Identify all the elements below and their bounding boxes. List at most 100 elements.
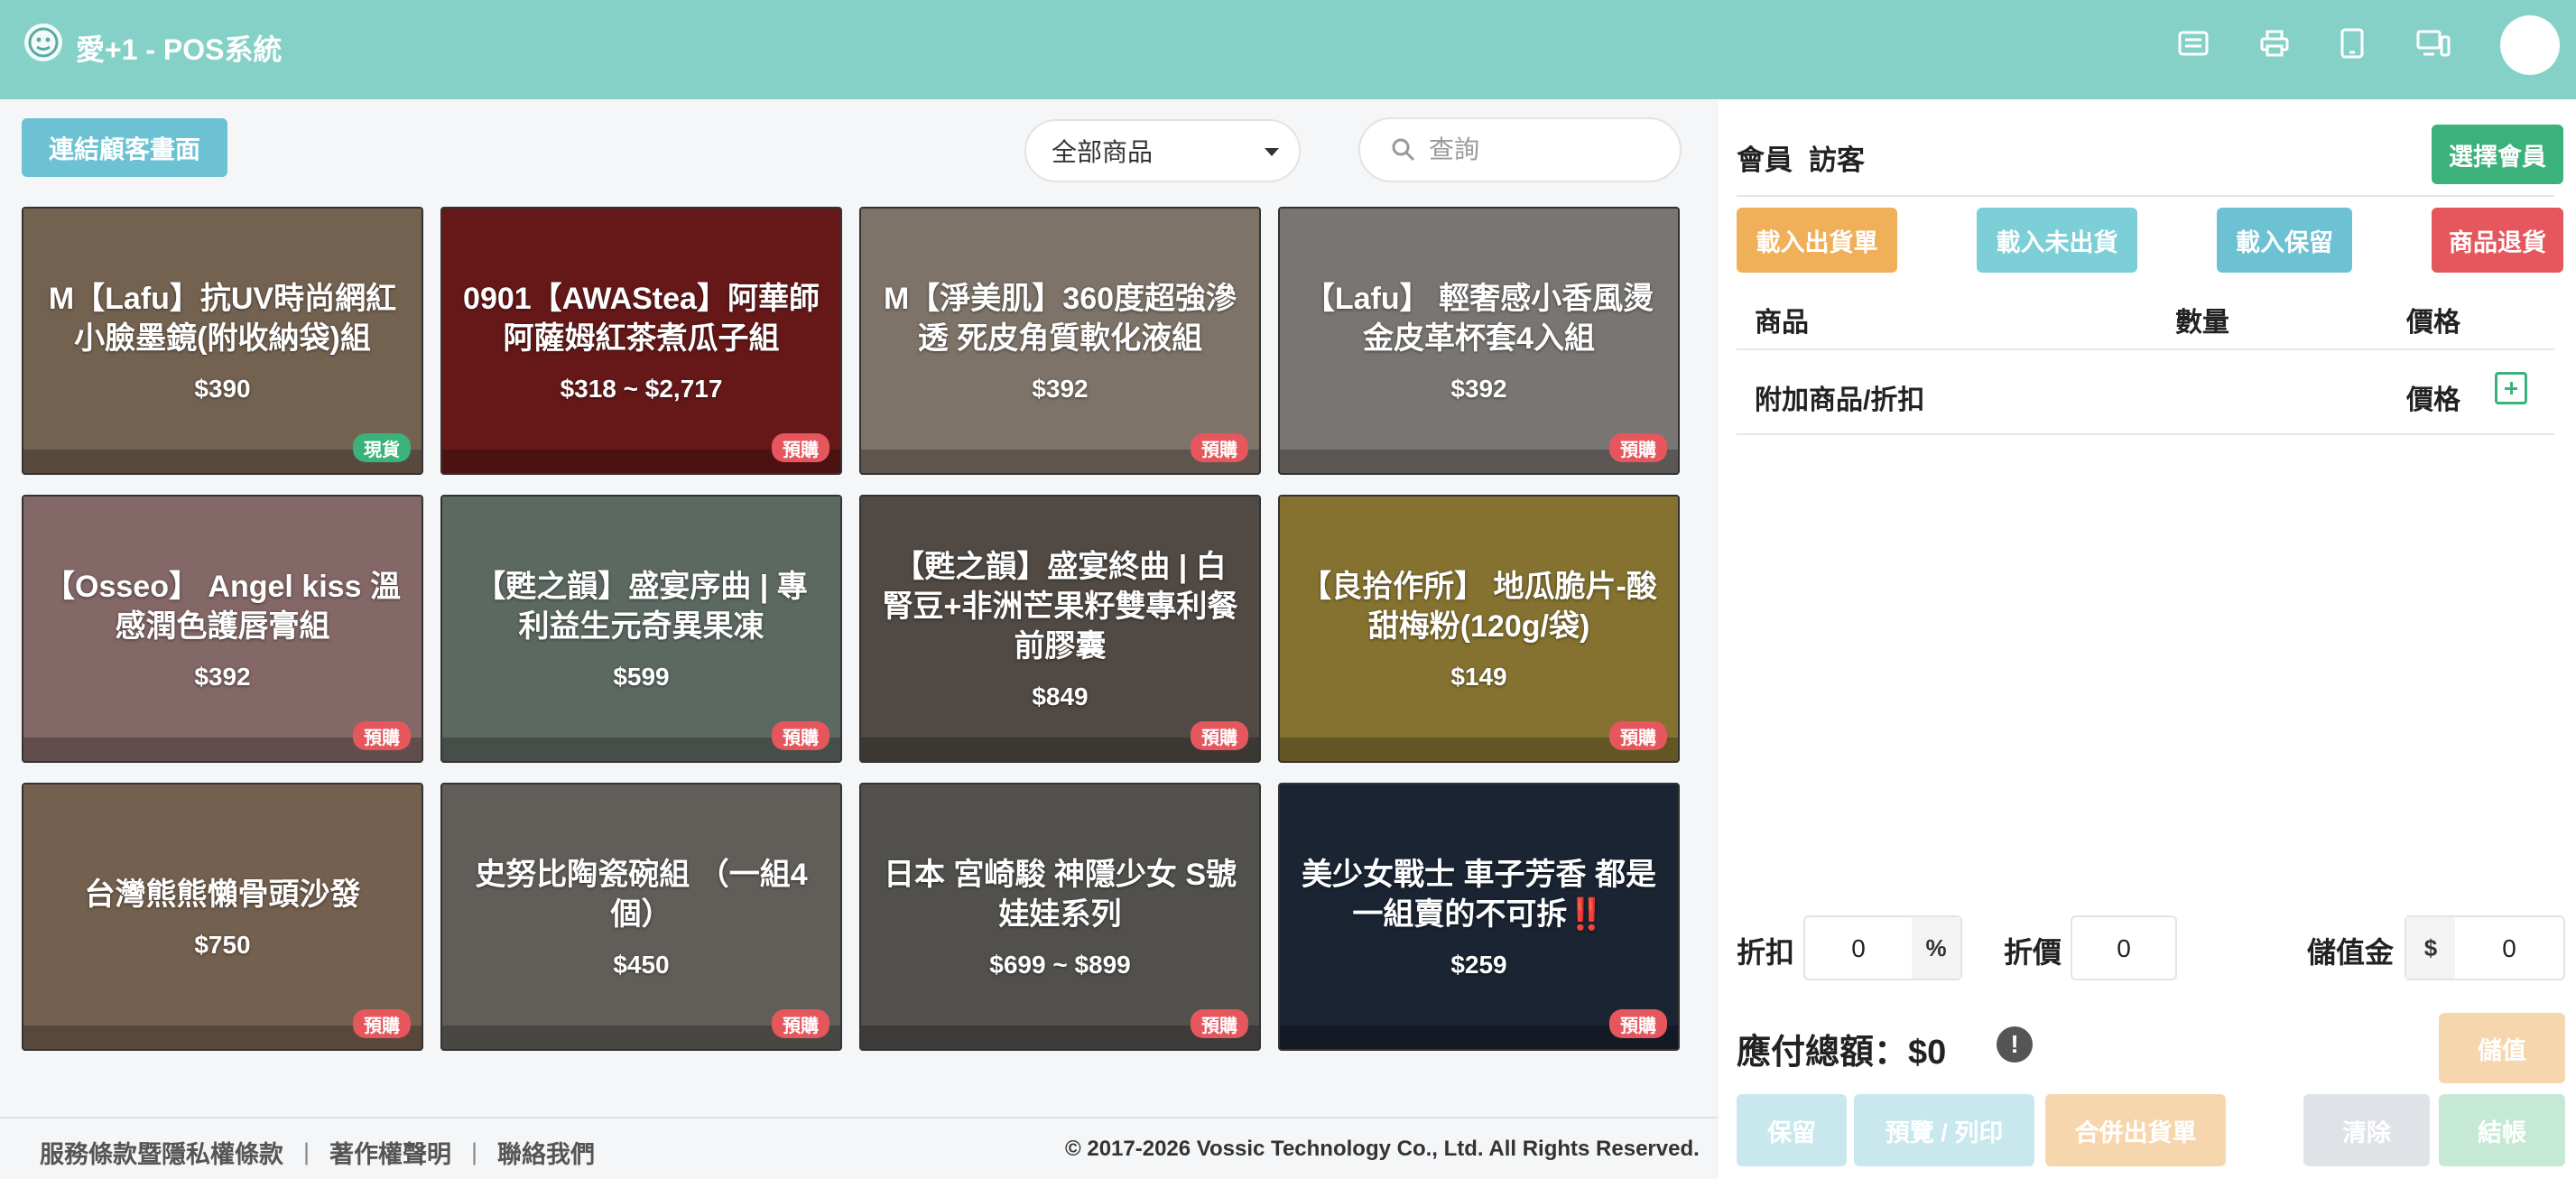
- product-price: $699 ~ $899: [989, 950, 1131, 979]
- product-name: M【Lafu】抗UV時尚網紅小臉墨鏡(附收納袋)組: [48, 281, 397, 356]
- product-card[interactable]: M【淨美肌】360度超強滲透 死皮角質軟化液組 $392 預購: [859, 207, 1261, 475]
- search-input[interactable]: [1429, 135, 1645, 164]
- select-member-button[interactable]: 選擇會員: [2432, 125, 2563, 184]
- product-card[interactable]: 【良拾作所】 地瓜脆片-酸甜梅粉(120g/袋) $149 預購: [1278, 495, 1680, 763]
- footer-link-contact[interactable]: 聯絡我們: [497, 1135, 595, 1170]
- divider: [1737, 348, 2554, 350]
- status-badge: 預購: [1191, 433, 1248, 462]
- clear-button[interactable]: 清除: [2303, 1094, 2430, 1166]
- status-badge: 預購: [1191, 721, 1248, 750]
- product-return-button[interactable]: 商品退貨: [2432, 208, 2563, 273]
- category-select[interactable]: 全部商品: [1024, 119, 1301, 182]
- search-icon: [1392, 138, 1415, 162]
- product-card[interactable]: M【Lafu】抗UV時尚網紅小臉墨鏡(附收納袋)組 $390 現貨: [22, 207, 423, 475]
- product-name: 史努比陶瓷碗組 （一組4個）: [475, 857, 808, 932]
- footer-link-copyright[interactable]: 著作權聲明: [329, 1135, 451, 1170]
- status-badge: 預購: [772, 433, 829, 462]
- product-name: 【Lafu】 輕奢感小香風燙金皮革杯套4入組: [1303, 281, 1654, 356]
- product-card[interactable]: 美少女戰士 車子芳香 都是一組賣的不可拆‼️ $259 預購: [1278, 783, 1680, 1051]
- footer-link-terms[interactable]: 服務條款暨隱私權條款: [40, 1135, 283, 1170]
- product-price: $849: [1032, 682, 1089, 710]
- copyright-text: © 2017-2026 Vossic Technology Co., Ltd. …: [1065, 1137, 1700, 1161]
- product-name: 美少女戰士 車子芳香 都是一組賣的不可拆‼️: [1302, 857, 1656, 932]
- discount-label: 折扣: [1737, 936, 1795, 969]
- addon-price-label: 價格: [2406, 385, 2460, 415]
- discount-field[interactable]: %: [1803, 915, 1962, 980]
- member-name: 訪客: [1809, 144, 1865, 176]
- price-off-input[interactable]: [2072, 933, 2175, 964]
- product-price: $390: [194, 374, 251, 403]
- load-unshipped-button[interactable]: 載入未出貨: [1977, 208, 2137, 273]
- product-price: $259: [1450, 950, 1507, 979]
- product-name: 日本 宮崎駿 神隱少女 S號娃娃系列: [883, 857, 1237, 932]
- column-header-price: 價格: [2406, 308, 2460, 338]
- footer-separator: |: [303, 1138, 310, 1165]
- chevron-down-icon: [1265, 148, 1279, 156]
- product-card[interactable]: 日本 宮崎駿 神隱少女 S號娃娃系列 $699 ~ $899 預購: [859, 783, 1261, 1051]
- product-price: $599: [613, 662, 670, 691]
- reserve-button[interactable]: 保留: [1737, 1094, 1847, 1166]
- load-shipment-button[interactable]: 載入出貨單: [1737, 208, 1897, 273]
- product-card[interactable]: 【Lafu】 輕奢感小香風燙金皮革杯套4入組 $392 預購: [1278, 207, 1680, 475]
- product-name: 【甦之韻】盛宴終曲 | 白腎豆+非洲芒果籽雙專利餐前膠囊: [882, 549, 1238, 664]
- stored-value-field[interactable]: $: [2405, 915, 2565, 980]
- devices-icon[interactable]: [2415, 25, 2451, 61]
- divider: [1737, 433, 2554, 435]
- product-card[interactable]: 【Osseo】 Angel kiss 溫感潤色護唇膏組 $392 預購: [22, 495, 423, 763]
- product-name: 【甦之韻】盛宴序曲 | 專利益生元奇異果凍: [475, 569, 808, 644]
- product-card[interactable]: 台灣熊熊懶骨頭沙發 $750 預購: [22, 783, 423, 1051]
- category-selected-value: 全部商品: [1052, 138, 1154, 166]
- column-header-qty: 數量: [2175, 308, 2229, 338]
- app-title: 愛+1 - POS系統: [76, 33, 283, 66]
- store-value-button[interactable]: 儲值: [2439, 1013, 2565, 1083]
- product-card[interactable]: 【甦之韻】盛宴終曲 | 白腎豆+非洲芒果籽雙專利餐前膠囊 $849 預購: [859, 495, 1261, 763]
- product-price: $450: [613, 950, 670, 979]
- product-price: $318 ~ $2,717: [560, 374, 723, 403]
- status-badge: 預購: [772, 1009, 829, 1038]
- discount-input[interactable]: [1805, 933, 1912, 964]
- footer: 服務條款暨隱私權條款 | 著作權聲明 | 聯絡我們 © 2017-2026 Vo…: [0, 1117, 1719, 1179]
- list-icon[interactable]: [2175, 25, 2211, 61]
- stored-value-label: 儲值金: [2307, 936, 2395, 969]
- product-name: 【良拾作所】 地瓜脆片-酸甜梅粉(120g/袋): [1301, 569, 1657, 644]
- checkout-button[interactable]: 結帳: [2439, 1094, 2565, 1166]
- price-off-label: 折價: [2004, 936, 2062, 969]
- amount-due: 應付總額：$0: [1737, 1034, 1947, 1072]
- column-header-item: 商品: [1755, 308, 1809, 338]
- stored-value-input[interactable]: [2455, 933, 2563, 964]
- status-badge: 預購: [1609, 1009, 1667, 1038]
- add-item-icon[interactable]: [2495, 372, 2527, 404]
- product-price: $149: [1450, 662, 1507, 691]
- load-reserved-button[interactable]: 載入保留: [2217, 208, 2352, 273]
- percent-unit: %: [1912, 917, 1960, 979]
- product-name: 0901【AWAStea】阿華師 阿薩姆紅茶煮瓜子組: [463, 281, 820, 356]
- tablet-icon[interactable]: [2334, 25, 2370, 61]
- product-name: 台灣熊熊懶骨頭沙發: [84, 877, 361, 912]
- product-card[interactable]: 史努比陶瓷碗組 （一組4個） $450 預購: [440, 783, 842, 1051]
- preview-print-button[interactable]: 預覽 / 列印: [1854, 1094, 2034, 1166]
- currency-unit: $: [2406, 917, 2455, 979]
- product-card[interactable]: 0901【AWAStea】阿華師 阿薩姆紅茶煮瓜子組 $318 ~ $2,717 預…: [440, 207, 842, 475]
- connect-customer-screen-button[interactable]: 連結顧客畫面: [22, 118, 227, 177]
- app-logo-icon: [24, 23, 62, 61]
- info-icon[interactable]: !: [1997, 1026, 2033, 1063]
- price-off-field[interactable]: [2071, 915, 2177, 980]
- status-badge: 預購: [1609, 433, 1667, 462]
- product-price: $750: [194, 930, 251, 959]
- cart-panel: 會員 訪客 選擇會員 載入出貨單 載入未出貨 載入保留 商品退貨 商品 數量 價…: [1719, 99, 2576, 1179]
- user-avatar[interactable]: [2500, 15, 2560, 75]
- product-name: 【Osseo】 Angel kiss 溫感潤色護唇膏組: [44, 569, 401, 644]
- product-card[interactable]: 【甦之韻】盛宴序曲 | 專利益生元奇異果凍 $599 預購: [440, 495, 842, 763]
- status-badge: 現貨: [353, 433, 411, 462]
- status-badge: 預購: [772, 721, 829, 750]
- product-price: $392: [1450, 374, 1507, 403]
- printer-icon[interactable]: [2256, 25, 2293, 61]
- merge-shipment-button[interactable]: 合併出貨單: [2045, 1094, 2226, 1166]
- search-box[interactable]: [1358, 117, 1682, 182]
- status-badge: 預購: [353, 1009, 411, 1038]
- product-price: $392: [194, 662, 251, 691]
- product-price: $392: [1032, 374, 1089, 403]
- status-badge: 預購: [1191, 1009, 1248, 1038]
- footer-separator: |: [471, 1138, 478, 1165]
- divider: [1737, 195, 2554, 197]
